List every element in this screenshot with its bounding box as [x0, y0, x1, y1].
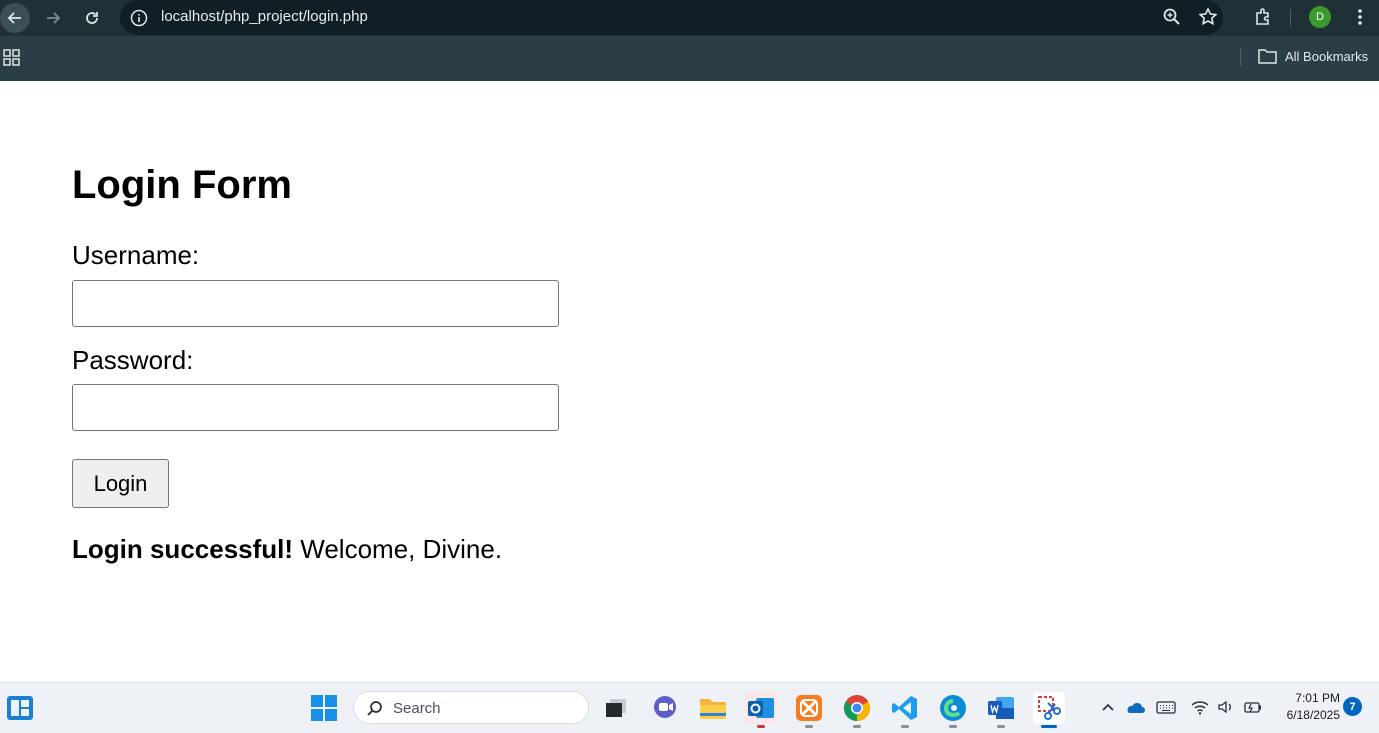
forward-button[interactable] — [38, 3, 68, 33]
keyboard-icon[interactable] — [1156, 699, 1176, 715]
chat-icon — [654, 696, 676, 718]
status-message: Login successful! Welcome, Divine. — [72, 533, 502, 565]
password-label: Password: — [72, 345, 194, 375]
folder-icon — [1258, 49, 1277, 64]
vscode-button[interactable] — [889, 692, 921, 728]
scissors-icon — [1038, 696, 1061, 720]
page-title: Login Form — [72, 163, 292, 207]
welcome-text: Welcome, Divine. — [293, 534, 503, 564]
apps-grid-icon[interactable] — [3, 49, 20, 66]
username-input[interactable] — [72, 280, 559, 327]
address-bar[interactable]: localhost/php_project/login.php — [120, 0, 1223, 35]
clock-time: 7:01 PM — [1295, 691, 1340, 705]
back-button[interactable] — [0, 3, 30, 33]
all-bookmarks-button[interactable]: All Bookmarks — [1258, 48, 1368, 64]
bookmarks-divider — [1240, 48, 1241, 66]
outlook-button[interactable] — [745, 692, 777, 728]
outlook-running-indicator — [757, 725, 765, 728]
all-bookmarks-label: All Bookmarks — [1285, 48, 1369, 64]
password-input[interactable] — [72, 384, 559, 431]
profile-avatar[interactable]: D — [1309, 6, 1331, 28]
xampp-running-indicator — [805, 725, 813, 728]
chevron-up-icon[interactable] — [1100, 699, 1116, 715]
volume-icon[interactable] — [1216, 699, 1236, 715]
folder-app-icon — [700, 699, 726, 719]
edge-button[interactable] — [937, 692, 969, 728]
notification-badge[interactable]: 7 — [1343, 697, 1362, 716]
taskbar: Search — [0, 682, 1379, 733]
edge-running-indicator — [949, 725, 957, 728]
word-running-indicator — [997, 725, 1005, 728]
windows-logo-icon — [311, 695, 337, 721]
task-view-button[interactable] — [600, 692, 632, 724]
battery-icon[interactable] — [1243, 699, 1263, 715]
reload-button[interactable] — [77, 3, 107, 33]
snipping-tool-button[interactable] — [1033, 692, 1065, 728]
onedrive-cloud-icon[interactable] — [1125, 699, 1145, 715]
chrome-button[interactable] — [841, 692, 873, 728]
chrome-running-indicator — [853, 725, 861, 728]
xampp-icon — [796, 695, 822, 721]
forward-arrow-icon — [47, 12, 61, 24]
teams-chat-button[interactable] — [649, 692, 681, 724]
xampp-button[interactable] — [793, 692, 825, 728]
search-placeholder: Search — [393, 700, 441, 717]
extensions-icon[interactable] — [1253, 7, 1273, 27]
outlook-icon — [748, 698, 774, 718]
task-view-icon — [606, 699, 626, 717]
chrome-icon — [843, 695, 871, 722]
edge-icon — [940, 695, 966, 721]
widgets-button[interactable] — [4, 692, 36, 724]
url-text: localhost/php_project/login.php — [161, 8, 368, 25]
search-icon — [367, 701, 382, 716]
clock-date: 6/18/2025 — [1286, 708, 1340, 722]
bookmark-star-icon[interactable] — [1198, 7, 1218, 27]
word-button[interactable] — [985, 692, 1017, 728]
back-arrow-icon — [7, 12, 21, 24]
widgets-icon — [7, 696, 33, 720]
snipping-active-indicator — [1041, 725, 1057, 728]
vscode-icon — [892, 696, 917, 720]
bookmarks-bar — [0, 36, 1379, 81]
browser-toolbar: localhost/php_project/login.php D — [0, 0, 1379, 36]
more-menu-icon[interactable] — [1350, 7, 1370, 27]
system-clock[interactable]: 7:01 PM 6/18/2025 — [1274, 690, 1340, 724]
toolbar-divider — [1290, 9, 1291, 27]
vscode-running-indicator — [901, 725, 909, 728]
success-text: Login successful! — [72, 534, 294, 564]
username-label: Username: — [72, 240, 200, 270]
site-info-icon[interactable] — [130, 9, 148, 27]
login-button[interactable]: Login — [72, 459, 169, 508]
wifi-icon[interactable] — [1190, 699, 1210, 715]
word-icon — [988, 697, 1014, 719]
reload-icon — [86, 12, 98, 24]
zoom-icon[interactable] — [1162, 7, 1182, 27]
start-button[interactable] — [308, 692, 340, 724]
file-explorer-button[interactable] — [697, 692, 729, 724]
taskbar-search[interactable]: Search — [353, 691, 589, 724]
